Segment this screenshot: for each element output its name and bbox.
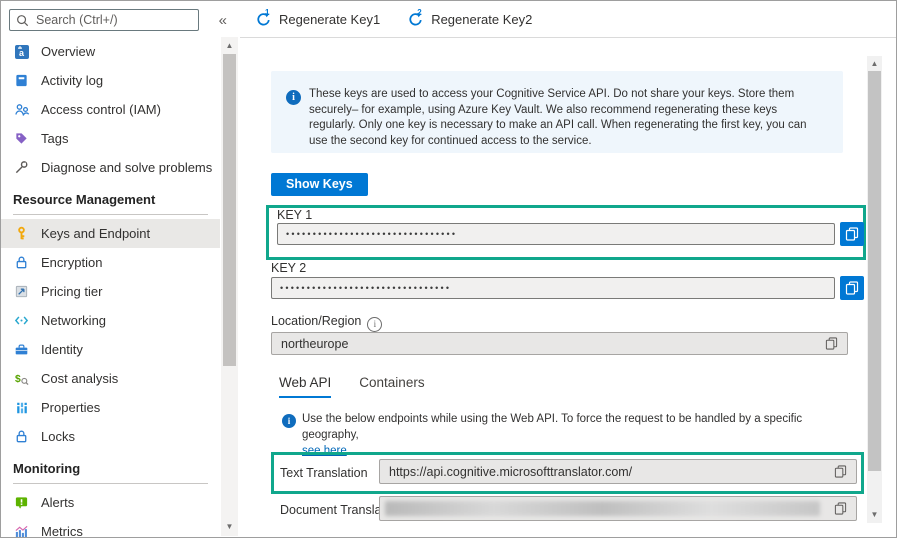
- sidebar-item-alerts[interactable]: Alerts: [1, 488, 220, 517]
- info-icon: i: [282, 414, 296, 428]
- wrench-icon: [13, 159, 30, 176]
- tab-containers[interactable]: Containers: [359, 375, 424, 398]
- copy-key2-button[interactable]: [840, 276, 864, 300]
- sidebar-item-networking[interactable]: Networking: [1, 306, 220, 335]
- scroll-down-icon[interactable]: ▼: [867, 508, 882, 522]
- lock-icon: [13, 254, 30, 271]
- alerts-icon: [13, 494, 30, 511]
- sidebar-item-label: Access control (IAM): [41, 102, 161, 117]
- search-input[interactable]: [34, 12, 199, 28]
- sidebar-item-metrics[interactable]: Metrics: [1, 517, 220, 538]
- sidebar-item-diagnose[interactable]: Diagnose and solve problems: [1, 153, 220, 182]
- endpoint-tabs: Web API Containers: [279, 375, 425, 398]
- location-info-icon[interactable]: i: [367, 316, 383, 332]
- azure-keys-endpoint-page: « a Overview Activity log Access control…: [0, 0, 897, 538]
- sidebar-item-access-control[interactable]: Access control (IAM): [1, 95, 220, 124]
- main-panel: 1 Regenerate Key1 2 Regenerate Key2 i Th…: [240, 1, 896, 537]
- sidebar-item-label: Cost analysis: [41, 371, 119, 386]
- sidebar-item-label: Activity log: [41, 73, 104, 88]
- metrics-icon: [13, 523, 30, 537]
- info-banner: i These keys are used to access your Cog…: [271, 71, 843, 153]
- sidebar-item-label: Identity: [41, 342, 83, 357]
- copy-icon: [845, 227, 859, 241]
- sidebar-item-activity-log[interactable]: Activity log: [1, 66, 220, 95]
- sidebar-item-label: Overview: [41, 44, 96, 59]
- scroll-up-icon[interactable]: ▲: [221, 39, 238, 53]
- content-scrollbar-thumb[interactable]: [868, 71, 881, 471]
- key2-label: KEY 2: [271, 261, 307, 275]
- sidebar-item-label: Alerts: [41, 495, 75, 510]
- access-control-icon: [13, 101, 30, 118]
- key2-value-field[interactable]: ••••••••••••••••••••••••••••••••: [271, 277, 835, 299]
- sidebar-scrollbar: ▲ ▼: [221, 37, 238, 536]
- sidebar-item-label: Encryption: [41, 255, 103, 270]
- sidebar-item-label: Properties: [41, 400, 101, 415]
- refresh-icon: 1: [256, 8, 271, 27]
- copy-location-button[interactable]: [825, 337, 838, 350]
- tags-icon: [13, 130, 30, 147]
- translator-icon: a: [13, 43, 30, 60]
- tab-web-api[interactable]: Web API: [279, 375, 332, 398]
- copy-document-translation-button[interactable]: [834, 502, 847, 515]
- search-icon: [16, 14, 29, 27]
- document-translation-endpoint-field[interactable]: [379, 496, 857, 521]
- pricing-tier-icon: [13, 283, 30, 300]
- sidebar-item-label: Diagnose and solve problems: [41, 160, 213, 175]
- location-value-field[interactable]: northeurope: [271, 332, 848, 355]
- regenerate-key1-label: Regenerate Key1: [279, 11, 381, 27]
- sidebar-nav: a Overview Activity log Access control (…: [1, 37, 220, 538]
- text-translation-endpoint-field[interactable]: https://api.cognitive.microsofttranslato…: [379, 459, 857, 484]
- sidebar-item-identity[interactable]: Identity: [1, 335, 220, 364]
- networking-icon: [13, 312, 30, 329]
- key1-value-field[interactable]: ••••••••••••••••••••••••••••••••: [277, 223, 835, 245]
- copy-icon: [845, 281, 859, 295]
- scroll-down-icon[interactable]: ▼: [221, 520, 238, 534]
- briefcase-icon: [13, 341, 30, 358]
- info-icon: i: [286, 90, 301, 105]
- sidebar-search-box[interactable]: [9, 9, 199, 31]
- content-scrollbar: ▲ ▼: [867, 56, 882, 523]
- scroll-up-icon[interactable]: ▲: [867, 57, 882, 71]
- sidebar-item-properties[interactable]: Properties: [1, 393, 220, 422]
- sidebar-item-label: Pricing tier: [41, 284, 103, 299]
- sidebar-scrollbar-thumb[interactable]: [223, 54, 236, 366]
- sidebar-item-label: Keys and Endpoint: [41, 226, 151, 241]
- command-bar: 1 Regenerate Key1 2 Regenerate Key2: [240, 1, 896, 38]
- regenerate-key1-button[interactable]: 1 Regenerate Key1: [256, 8, 381, 27]
- regenerate-key2-label: Regenerate Key2: [431, 11, 533, 27]
- show-keys-button[interactable]: Show Keys: [271, 173, 368, 196]
- collapse-sidebar-button[interactable]: «: [215, 10, 231, 31]
- regenerate-key2-button[interactable]: 2 Regenerate Key2: [408, 8, 533, 27]
- copy-key1-button[interactable]: [840, 222, 864, 246]
- key1-label: KEY 1: [277, 208, 313, 222]
- sidebar-item-keys-and-endpoint[interactable]: Keys and Endpoint: [1, 219, 220, 248]
- location-label: Location/Region i: [271, 314, 383, 332]
- refresh-icon: 2: [408, 8, 423, 27]
- lock-icon: [13, 428, 30, 445]
- resource-sidebar: « a Overview Activity log Access control…: [1, 1, 239, 537]
- info-banner-text: These keys are used to access your Cogni…: [309, 88, 807, 147]
- sidebar-item-overview[interactable]: a Overview: [1, 37, 220, 66]
- sidebar-item-label: Tags: [41, 131, 69, 146]
- sidebar-item-label: Locks: [41, 429, 75, 444]
- sidebar-item-encryption[interactable]: Encryption: [1, 248, 220, 277]
- sidebar-item-label: Metrics: [41, 524, 83, 538]
- svg-text:$: $: [15, 374, 21, 385]
- activity-log-icon: [13, 72, 30, 89]
- sidebar-item-label: Networking: [41, 313, 107, 328]
- section-header-resource-management: Resource Management: [13, 192, 208, 215]
- sidebar-item-locks[interactable]: Locks: [1, 422, 220, 451]
- sidebar-search-row: «: [9, 9, 231, 33]
- cost-analysis-icon: $: [13, 370, 30, 387]
- properties-icon: [13, 399, 30, 416]
- sidebar-item-tags[interactable]: Tags: [1, 124, 220, 153]
- redacted-value: [385, 501, 820, 516]
- sidebar-item-cost-analysis[interactable]: $ Cost analysis: [1, 364, 220, 393]
- key-icon: [13, 225, 30, 242]
- text-translation-label: Text Translation: [280, 466, 368, 480]
- sidebar-item-pricing-tier[interactable]: Pricing tier: [1, 277, 220, 306]
- section-header-monitoring: Monitoring: [13, 461, 208, 484]
- copy-text-translation-button[interactable]: [834, 465, 847, 478]
